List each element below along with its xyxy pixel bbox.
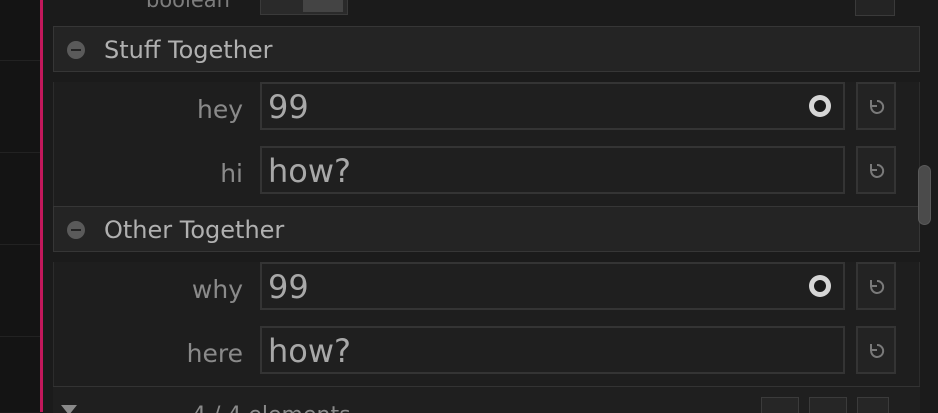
property-row-here: here how? [53, 326, 920, 390]
boolean-toggle[interactable] [260, 0, 348, 15]
number-field[interactable]: 99 [260, 262, 845, 310]
field-value: 99 [268, 268, 309, 306]
bottom-partial-row: … 4 / 4 elements [53, 386, 920, 413]
property-label: why [191, 275, 243, 304]
group-header-stuff-together[interactable]: Stuff Together [53, 26, 920, 72]
property-label: here [186, 339, 243, 368]
left-panel-strip [0, 0, 40, 412]
reset-button[interactable] [856, 146, 896, 194]
minus-circle-icon[interactable] [66, 220, 86, 240]
left-divider [0, 336, 40, 337]
top-partial-row: boolean [43, 0, 938, 22]
property-label: hi [220, 159, 243, 188]
reset-icon [870, 343, 885, 358]
toggle-knob [303, 0, 343, 12]
field-value: 99 [268, 88, 309, 126]
property-row-hi: hi how? [53, 146, 920, 210]
group-header-other-together[interactable]: Other Together [53, 206, 920, 252]
top-partial-label: boolean [146, 0, 230, 12]
reset-button[interactable] [856, 82, 896, 130]
text-field[interactable]: how? [260, 146, 845, 194]
property-row-hey: hey 99 [53, 82, 920, 146]
inspector-panel: boolean Stuff Together hey 99 hi how? Ot… [43, 0, 938, 413]
property-label: hey [196, 95, 243, 124]
reset-button[interactable] [856, 262, 896, 310]
left-divider [0, 244, 40, 245]
reset-icon [870, 279, 885, 294]
options-button[interactable] [857, 397, 889, 413]
top-reset-button[interactable] [855, 0, 895, 16]
group-title: Other Together [104, 216, 285, 244]
property-row-why: why 99 [53, 262, 920, 326]
add-button[interactable] [809, 397, 847, 413]
radio-dot-icon[interactable] [808, 274, 832, 298]
reset-icon [870, 163, 885, 178]
group-title: Stuff Together [104, 36, 273, 64]
left-divider [0, 152, 40, 153]
reset-button[interactable] [856, 326, 896, 374]
text-field[interactable]: how? [260, 326, 845, 374]
field-value: how? [268, 152, 352, 190]
clear-button[interactable] [761, 397, 799, 413]
left-divider [0, 60, 40, 61]
field-value: how? [268, 332, 352, 370]
radio-dot-icon[interactable] [808, 94, 832, 118]
scrollbar-thumb[interactable] [918, 165, 931, 225]
number-field[interactable]: 99 [260, 82, 845, 130]
reset-icon [870, 99, 885, 114]
minus-circle-icon[interactable] [66, 40, 86, 60]
